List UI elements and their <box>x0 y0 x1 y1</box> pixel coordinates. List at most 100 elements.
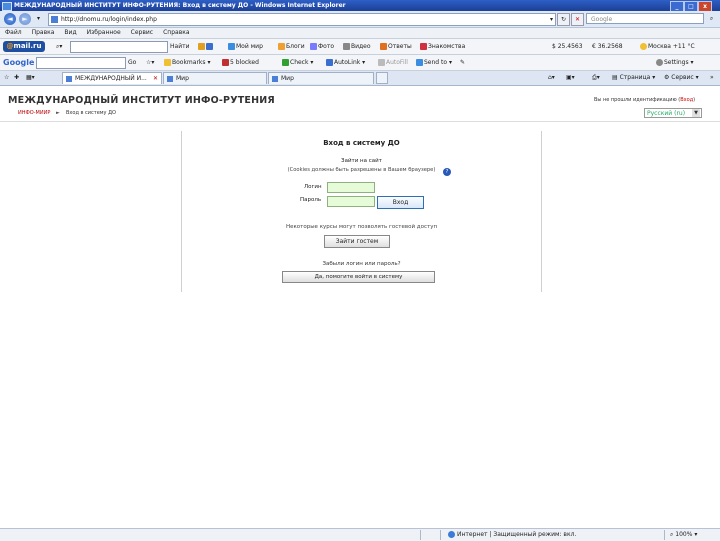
autofill-icon <box>378 59 385 66</box>
menu-edit[interactable]: Правка <box>27 28 60 38</box>
popup-blocker[interactable]: 5 blocked <box>222 57 259 68</box>
toolbar-link-dating[interactable]: Знакомства <box>420 41 465 52</box>
guest-login-button[interactable]: Зайти гостем <box>324 235 390 248</box>
google-logo[interactable]: Google <box>3 56 34 69</box>
answers-icon <box>380 43 387 50</box>
search-input[interactable]: Google <box>586 13 704 24</box>
tab-close-icon[interactable]: ✕ <box>153 73 158 84</box>
language-select[interactable]: Русский (ru) ▼ <box>644 108 702 118</box>
toolbar-link-answers[interactable]: Ответы <box>380 41 412 52</box>
login-button[interactable]: Вход <box>377 196 424 209</box>
new-tab-button[interactable] <box>376 72 388 84</box>
zoom-level[interactable]: ⌕ 100% ▾ <box>670 531 697 539</box>
security-zone[interactable]: Интернет | Защищенный режим: вкл. <box>448 531 576 538</box>
login-status: Вы не прошли идентификацию (Вход) <box>594 97 696 103</box>
google-go-button[interactable]: Go <box>128 57 136 68</box>
forgot-password-button[interactable]: Да, помогите войти в систему <box>282 271 435 283</box>
tab-list-icon[interactable]: ▦▾ <box>26 72 35 84</box>
window-titlebar: МЕЖДУНАРОДНЫЙ ИНСТИТУТ ИНФО-РУТЕНИЯ: Вхо… <box>0 0 720 12</box>
page-icon <box>167 76 173 82</box>
mailru-toolbar: @mail.ru ⌕▾ Найти Мой мир Блоги Фото Вид… <box>0 39 720 55</box>
username-input[interactable] <box>327 182 375 193</box>
guest-note: Некоторые курсы могут позволять гостевой… <box>285 224 438 230</box>
page-icon <box>272 76 278 82</box>
forward-button[interactable]: ► <box>19 13 31 25</box>
search-placeholder: Google <box>591 16 613 23</box>
breadcrumb-current: Вход в систему ДО <box>66 110 116 116</box>
menu-view[interactable]: Вид <box>59 28 81 38</box>
menu-tools[interactable]: Сервис <box>126 28 158 38</box>
pen-icon[interactable] <box>198 41 214 52</box>
breadcrumb-separator: ► <box>56 110 60 116</box>
my-world-icon <box>228 43 235 50</box>
tab-label: МЕЖДУНАРОДНЫЙ И... <box>75 75 147 82</box>
login-link[interactable]: Вход <box>680 97 693 103</box>
autolink-button[interactable]: AutoLink ▾ <box>326 57 365 68</box>
blogs-icon <box>278 43 285 50</box>
refresh-icon[interactable]: ↻ <box>557 13 570 26</box>
address-field[interactable]: http://dnomu.ru/login/index.php ▾ <box>48 13 556 26</box>
login-subheading: Зайти на сайт <box>341 158 382 164</box>
pen-icon[interactable]: ✎ <box>460 57 465 68</box>
toolbar-link-video[interactable]: Видео <box>343 41 371 52</box>
page-menu[interactable]: ▤ Страница ▾ <box>612 72 655 84</box>
password-input[interactable] <box>327 196 375 207</box>
favorites-star-icon[interactable]: ☆ <box>4 72 9 84</box>
site-title: МЕЖДУНАРОДНЫЙ ИНСТИТУТ ИНФО-РУТЕНИЯ <box>8 95 275 106</box>
help-icon[interactable]: ? <box>443 168 451 176</box>
zoom-icon: ⌕ <box>670 531 674 538</box>
bookmarks-button[interactable]: Bookmarks ▾ <box>164 57 210 68</box>
cookie-note: (Cookies должны быть разрешены в Вашем б… <box>287 167 436 173</box>
autofill-button[interactable]: AutoFill <box>378 57 408 68</box>
menu-file[interactable]: Файл <box>0 28 27 38</box>
login-heading: Вход в систему ДО <box>323 139 400 147</box>
feeds-icon[interactable]: ▣▾ <box>566 72 575 84</box>
page-favicon <box>51 16 58 23</box>
tab-row: ☆ ✚ ▦▾ МЕЖДУНАРОДНЫЙ И... ✕ Мир Мир ⌂▾ ▣… <box>0 71 720 86</box>
mailru-search-input[interactable] <box>70 41 168 53</box>
eur-rate: € 36.2568 <box>592 43 623 50</box>
menu-help[interactable]: Справка <box>158 28 194 38</box>
spellcheck-button[interactable]: Check ▾ <box>282 57 313 68</box>
chevron-right-icon[interactable]: » <box>710 72 714 84</box>
google-search-input[interactable] <box>36 57 126 69</box>
mailru-search-icon[interactable]: ⌕▾ <box>56 41 62 52</box>
globe-icon <box>448 531 455 538</box>
stop-icon[interactable]: ✕ <box>571 13 584 26</box>
status-divider <box>420 530 421 540</box>
breadcrumb-home[interactable]: ИНФО-МИИР <box>18 110 50 116</box>
tab-label: Мир <box>281 75 294 82</box>
navbar: ИНФО-МИИР ► Вход в систему ДО Русский (r… <box>0 106 720 122</box>
sendto-icon <box>416 59 423 66</box>
history-dropdown-icon[interactable]: ▾ <box>34 13 43 24</box>
back-button[interactable]: ◄ <box>4 13 16 25</box>
sendto-button[interactable]: Send to ▾ <box>416 57 452 68</box>
google-settings-button[interactable]: Settings ▾ <box>656 57 694 68</box>
autolink-icon <box>326 59 333 66</box>
toolbar-link-photo[interactable]: Фото <box>310 41 334 52</box>
print-icon[interactable]: ⎙▾ <box>592 72 600 84</box>
weather[interactable]: Москва +11 °C <box>640 41 695 52</box>
toolbar-link-my-world[interactable]: Мой мир <box>228 41 263 52</box>
address-dropdown-icon[interactable]: ▾ <box>550 14 553 25</box>
address-row: ◄ ► ▾ http://dnomu.ru/login/index.php ▾ … <box>0 11 720 28</box>
tab-mir-2[interactable]: Мир <box>268 72 374 84</box>
dating-icon <box>420 43 427 50</box>
tab-institute[interactable]: МЕЖДУНАРОДНЫЙ И... ✕ <box>62 72 162 84</box>
toolbar-link-blogs[interactable]: Блоги <box>278 41 305 52</box>
tab-label: Мир <box>176 75 189 82</box>
mailru-logo[interactable]: @mail.ru <box>3 41 45 52</box>
toolbar-options-icon[interactable]: ☆▾ <box>146 57 154 68</box>
menu-favorites[interactable]: Избранное <box>82 28 126 38</box>
tab-mir-1[interactable]: Мир <box>163 72 267 84</box>
home-icon[interactable]: ⌂▾ <box>548 72 555 84</box>
address-url: http://dnomu.ru/login/index.php <box>61 16 157 23</box>
search-icon[interactable]: ⌕ <box>706 13 717 24</box>
mailru-search-button[interactable]: Найти <box>170 41 189 52</box>
password-label: Пароль <box>300 197 322 203</box>
ie-icon <box>2 2 12 11</box>
add-favorites-icon[interactable]: ✚ <box>14 72 19 84</box>
tools-menu[interactable]: ⚙ Сервис ▾ <box>664 72 699 84</box>
check-icon <box>282 59 289 66</box>
popup-blocker-icon <box>222 59 229 66</box>
